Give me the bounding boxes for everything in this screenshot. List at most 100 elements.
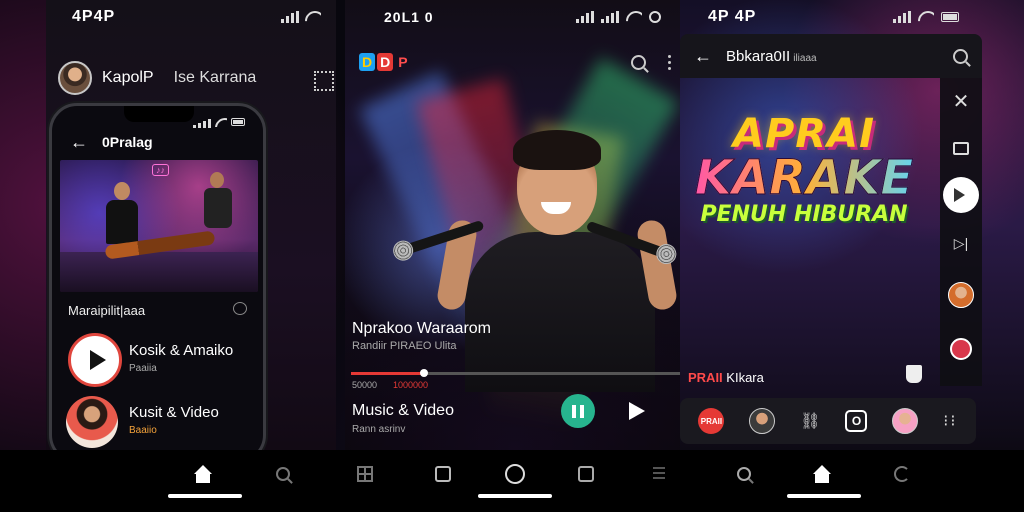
status-icons-center xyxy=(576,0,661,34)
nav-menu[interactable] xyxy=(645,462,673,486)
progress-bar[interactable] xyxy=(351,369,685,377)
home-icon xyxy=(812,465,832,483)
phone-stage-image[interactable]: ♪♪ xyxy=(60,160,258,292)
status-icons-left xyxy=(281,0,321,34)
play-icon xyxy=(89,350,106,370)
expand-icon[interactable] xyxy=(314,71,334,91)
status-bar-right: 4P 4P xyxy=(708,0,756,34)
close-icon[interactable]: ✕ xyxy=(953,92,970,112)
share-icon xyxy=(435,466,451,482)
nav-home[interactable] xyxy=(808,462,836,486)
avatar[interactable] xyxy=(892,408,919,434)
cup-icon[interactable] xyxy=(906,365,922,383)
phone-title: 0Pralag xyxy=(102,134,153,150)
camera-icon[interactable]: O xyxy=(845,410,868,432)
signal-icon xyxy=(601,11,619,23)
more-options-icon[interactable] xyxy=(668,54,671,70)
stage-floor xyxy=(60,252,258,292)
home-icon xyxy=(193,465,213,483)
headline-line-1: APRAI xyxy=(733,111,875,157)
nav-search[interactable] xyxy=(269,462,297,486)
list-item-title[interactable]: Kusit & Video xyxy=(129,404,219,421)
phone-notch xyxy=(124,106,194,122)
link-icon[interactable]: ⛓ xyxy=(800,411,820,431)
music-note-icon xyxy=(505,464,525,484)
room-label: PRAII KIkara xyxy=(688,370,764,385)
back-arrow-icon[interactable]: ← xyxy=(694,47,712,65)
refresh-icon xyxy=(894,466,910,482)
chat-icon[interactable] xyxy=(233,302,247,315)
skip-icon[interactable]: ▷| xyxy=(954,235,968,252)
nav-music[interactable] xyxy=(501,462,529,486)
list-item-subtitle: Baaiio xyxy=(129,425,157,436)
status-icons-right xyxy=(893,0,959,34)
grid-icon xyxy=(357,466,373,482)
search-icon[interactable] xyxy=(631,54,646,70)
status-time: 4P4P xyxy=(72,8,116,25)
right-title: Bbkara0II iliaaa xyxy=(726,47,817,65)
status-time: 20L1 0 xyxy=(384,9,434,25)
menu-icon xyxy=(653,467,665,481)
signal-icon xyxy=(281,11,299,23)
nav-box[interactable] xyxy=(572,462,600,486)
progress-knob[interactable] xyxy=(420,369,429,377)
avatar[interactable] xyxy=(948,282,974,308)
now-playing-subtitle: Randiir PIRAEO Ulita xyxy=(352,340,457,352)
nav-home[interactable] xyxy=(189,462,217,486)
profile-header: KapolP Ise Karrana xyxy=(58,58,334,98)
nav-share[interactable] xyxy=(429,462,457,486)
list-item-title[interactable]: Kosik & Amaiko xyxy=(129,342,233,359)
center-top-bar: DDP xyxy=(359,50,671,74)
home-indicator[interactable] xyxy=(168,494,242,498)
screen-icon[interactable] xyxy=(953,142,969,155)
box-icon xyxy=(578,466,594,482)
progress-fill xyxy=(351,372,425,375)
wifi-icon xyxy=(918,11,934,23)
center-panel: DDP Nprakoo Waraarom Randiir PIRAEO Ulit… xyxy=(345,0,685,450)
karaoke-headline: APRAI KARAKE PENUH HIBURAN xyxy=(684,114,924,226)
avatar[interactable] xyxy=(749,408,776,434)
singer-thumbnail[interactable] xyxy=(66,396,118,448)
next-icon[interactable] xyxy=(629,402,645,420)
neon-sign: ♪♪ xyxy=(152,164,169,176)
profile-subname: Ise Karrana xyxy=(173,69,257,86)
list-item-subtitle: Paaiia xyxy=(129,363,157,374)
bottom-navigation xyxy=(0,450,1024,512)
settings-sliders-icon[interactable]: ⁝⁝ xyxy=(943,411,957,431)
profile-name: KapolP xyxy=(102,69,154,86)
phone-title-bar: ← 0Pralag xyxy=(70,133,153,151)
battery-icon xyxy=(231,118,245,126)
music-video-subtitle: Rann asrinv xyxy=(352,424,406,435)
nav-grid[interactable] xyxy=(351,462,379,486)
headline-line-3: PENUH HIBURAN xyxy=(700,202,908,227)
avatar[interactable] xyxy=(58,61,92,95)
singer-figure xyxy=(200,172,236,252)
wifi-icon xyxy=(305,11,321,23)
play-button[interactable] xyxy=(68,333,122,387)
pause-button[interactable] xyxy=(561,394,595,428)
search-icon xyxy=(737,467,751,481)
search-icon[interactable] xyxy=(953,48,968,64)
nav-search[interactable] xyxy=(730,462,758,486)
app-logo[interactable]: DDP xyxy=(359,53,411,71)
time-current: 50000 xyxy=(352,380,378,390)
status-bar-left: 4P4P xyxy=(72,0,115,34)
play-button[interactable] xyxy=(943,177,979,213)
signal-icon xyxy=(893,11,911,23)
chat-icon[interactable] xyxy=(950,338,972,360)
battery-icon xyxy=(941,12,959,22)
room-badge[interactable]: PRAII xyxy=(698,408,725,434)
home-indicator[interactable] xyxy=(787,494,861,498)
search-icon xyxy=(276,467,290,481)
right-side-rail: ✕ ▷| xyxy=(940,78,982,386)
guitarist-figure xyxy=(102,182,142,272)
back-arrow-icon[interactable]: ← xyxy=(70,133,88,151)
time-total: 1000000 xyxy=(393,380,429,390)
now-playing-title: Nprakoo Waraarom xyxy=(352,320,492,337)
music-video-title[interactable]: Music & Video xyxy=(352,402,454,420)
home-indicator[interactable] xyxy=(478,494,552,498)
phone-status-icons xyxy=(193,116,245,128)
nav-refresh[interactable] xyxy=(888,462,916,486)
performer-jacket xyxy=(465,232,655,392)
alarm-icon xyxy=(649,11,661,23)
